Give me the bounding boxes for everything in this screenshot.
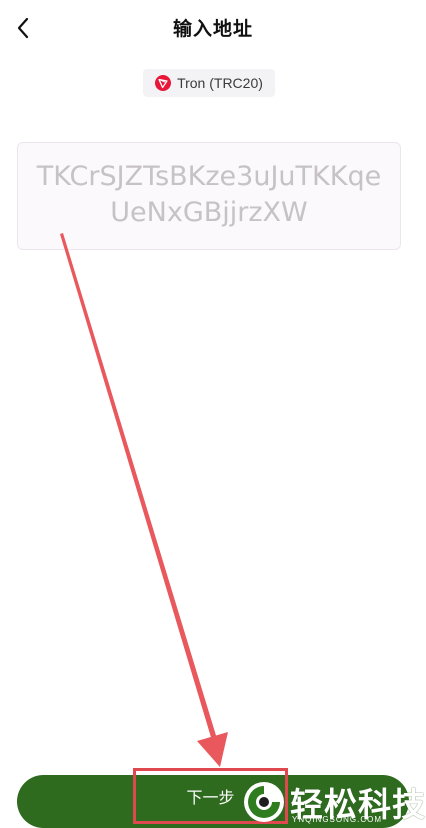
watermark-logo — [244, 782, 284, 822]
network-chip: Tron (TRC20) — [143, 69, 275, 97]
address-placeholder: TKCrSJZTsBKze3uJuTKKqeUeNxGBjjrzXW — [36, 161, 382, 228]
network-label: Tron (TRC20) — [177, 75, 263, 91]
screen: 输入地址 Tron (TRC20) TKCrSJZTsBKze3uJuTKKqe… — [0, 0, 426, 828]
address-input[interactable]: TKCrSJZTsBKze3uJuTKKqeUeNxGBjjrzXW — [17, 142, 401, 250]
watermark-site: YNQINGSONG.COM — [292, 815, 383, 824]
tron-icon — [155, 75, 172, 91]
annotation-arrow — [60, 233, 228, 767]
header: 输入地址 — [0, 0, 426, 56]
watermark: 轻松科技 YNQINGSONG.COM — [238, 778, 425, 826]
page-title: 输入地址 — [172, 18, 253, 40]
